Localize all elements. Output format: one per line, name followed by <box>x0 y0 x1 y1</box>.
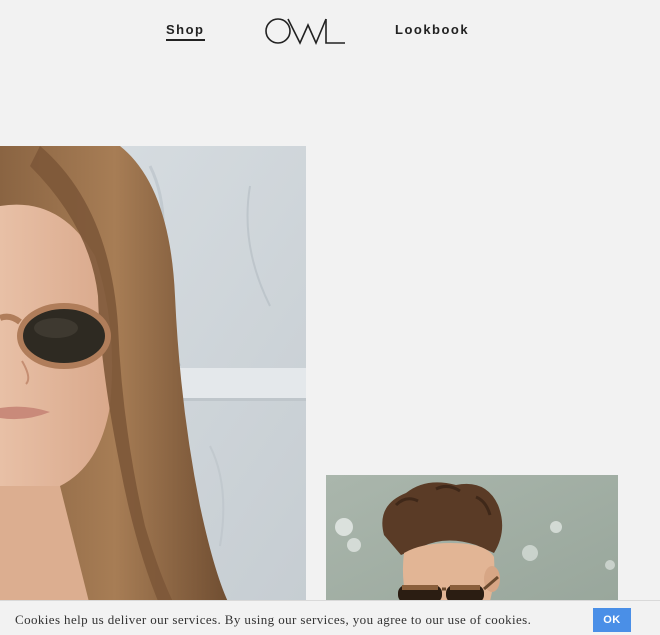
site-header: Shop Lookbook <box>0 0 660 70</box>
man-sunglasses-image <box>326 475 618 615</box>
owl-logo[interactable] <box>264 17 346 45</box>
nav-lookbook-link[interactable]: Lookbook <box>395 22 469 38</box>
product-photo-woman[interactable] <box>0 146 306 606</box>
cookie-consent-bar: Cookies help us deliver our services. By… <box>0 600 660 635</box>
product-photo-man[interactable] <box>326 475 618 615</box>
nav-shop-link[interactable]: Shop <box>166 22 205 41</box>
woman-sunglasses-image <box>0 146 306 606</box>
cookie-ok-button[interactable]: OK <box>593 608 631 632</box>
cookie-message: Cookies help us deliver our services. By… <box>15 612 532 627</box>
